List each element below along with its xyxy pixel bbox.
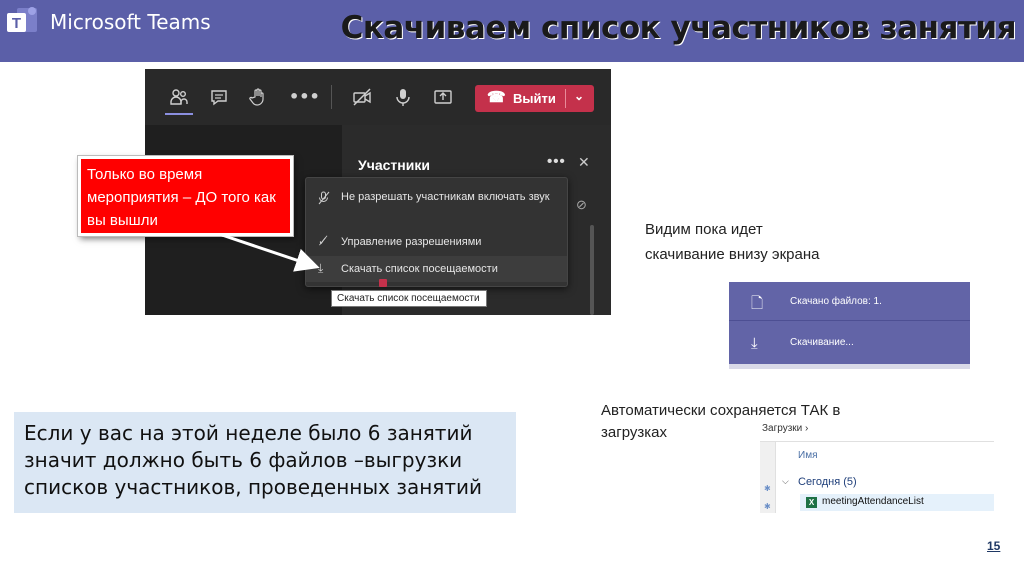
download-notification-panel: 🗋 Скачано файлов: 1. ⤓ Скачивание... bbox=[729, 282, 970, 364]
svg-text:T: T bbox=[12, 15, 21, 32]
toolbar-separator bbox=[331, 85, 332, 109]
download-panel-edge bbox=[729, 364, 970, 369]
menu-item-label: Управление разрешениями bbox=[341, 236, 482, 248]
mic-icon[interactable] bbox=[393, 87, 413, 107]
camera-off-icon[interactable] bbox=[352, 87, 372, 107]
active-tab-indicator bbox=[165, 113, 193, 115]
teams-logo-icon: T bbox=[7, 7, 37, 32]
excel-file-icon: X bbox=[806, 497, 817, 508]
share-screen-icon[interactable] bbox=[433, 87, 453, 107]
tooltip: Скачать список посещаемости bbox=[331, 290, 487, 307]
link-icon[interactable]: ⊘ bbox=[576, 197, 587, 213]
participants-icon[interactable] bbox=[169, 87, 189, 107]
download-icon: ⤓ bbox=[318, 261, 324, 275]
scrollbar[interactable] bbox=[590, 225, 594, 315]
info-text-box: Если у вас на этой неделе было 6 занятий… bbox=[14, 412, 516, 513]
breadcrumb[interactable]: Загрузки › bbox=[760, 420, 994, 442]
page-title: Скачиваем список участников занятия bbox=[340, 10, 1017, 46]
menu-item-mute-participants[interactable]: Не разрешать участникам включать звук bbox=[306, 188, 567, 224]
participants-options-menu: Не разрешать участникам включать звук ✓̸… bbox=[305, 177, 568, 287]
mic-off-icon bbox=[318, 191, 330, 205]
list-item[interactable]: X meetingAttendanceList bbox=[800, 494, 994, 511]
menu-item-label: Скачать список посещаемости bbox=[341, 263, 498, 275]
download-row-completed[interactable]: 🗋 Скачано файлов: 1. bbox=[729, 282, 970, 323]
column-header-name[interactable]: Имя bbox=[798, 450, 817, 461]
chevron-down-icon[interactable]: ⌵ bbox=[782, 476, 789, 487]
page-number: 15 bbox=[987, 539, 1001, 553]
explorer-sidebar: ✱ ✱ bbox=[760, 442, 776, 513]
download-status-text: Скачано файлов: 1. bbox=[790, 296, 882, 307]
raise-hand-icon[interactable] bbox=[249, 87, 269, 107]
warning-callout: Только во время мероприятия – ДО того ка… bbox=[78, 156, 293, 236]
download-icon: ⤓ bbox=[751, 334, 758, 352]
menu-item-download-attendance[interactable]: ⤓ Скачать список посещаемости bbox=[306, 256, 567, 282]
chat-icon[interactable] bbox=[209, 87, 229, 107]
meeting-toolbar: ••• ☎ Выйти ⌄ bbox=[145, 69, 611, 125]
chevron-down-icon[interactable]: ⌄ bbox=[574, 89, 584, 103]
file-icon: 🗋 bbox=[751, 294, 764, 312]
download-caption: Видим пока идет скачивание внизу экрана bbox=[645, 221, 820, 263]
pin-icon: ✱ bbox=[764, 502, 771, 511]
participants-title: Участники bbox=[358, 157, 430, 173]
group-header-today[interactable]: Сегодня (5) bbox=[798, 476, 857, 488]
menu-item-manage-permissions[interactable]: ✓̸ Управление разрешениями bbox=[306, 232, 567, 252]
header-bar: T Microsoft Teams Скачиваем список участ… bbox=[0, 0, 1024, 62]
download-row-in-progress[interactable]: ⤓ Скачивание... bbox=[729, 323, 970, 364]
file-explorer-snippet: Загрузки › ✱ ✱ Имя ⌵ Сегодня (5) X meeti… bbox=[760, 420, 994, 513]
close-icon[interactable]: ✕ bbox=[578, 154, 590, 171]
brand-name: Microsoft Teams bbox=[50, 10, 211, 34]
menu-item-label: Не разрешать участникам включать звук bbox=[341, 191, 550, 203]
leave-button-divider bbox=[565, 89, 566, 108]
slide: T Microsoft Teams Скачиваем список участ… bbox=[0, 0, 1024, 574]
more-icon[interactable]: ••• bbox=[289, 87, 320, 107]
file-name: meetingAttendanceList bbox=[822, 496, 924, 507]
status-badge bbox=[379, 279, 387, 287]
download-progress-text: Скачивание... bbox=[790, 337, 854, 348]
leave-button[interactable]: ☎ Выйти ⌄ bbox=[475, 85, 594, 112]
hang-up-icon: ☎ bbox=[487, 89, 506, 106]
manage-permissions-icon: ✓̸ bbox=[318, 234, 329, 248]
leave-button-label: Выйти bbox=[513, 91, 556, 106]
pin-icon: ✱ bbox=[764, 484, 771, 493]
more-options-icon[interactable]: ••• bbox=[547, 153, 566, 170]
divider bbox=[729, 320, 970, 321]
